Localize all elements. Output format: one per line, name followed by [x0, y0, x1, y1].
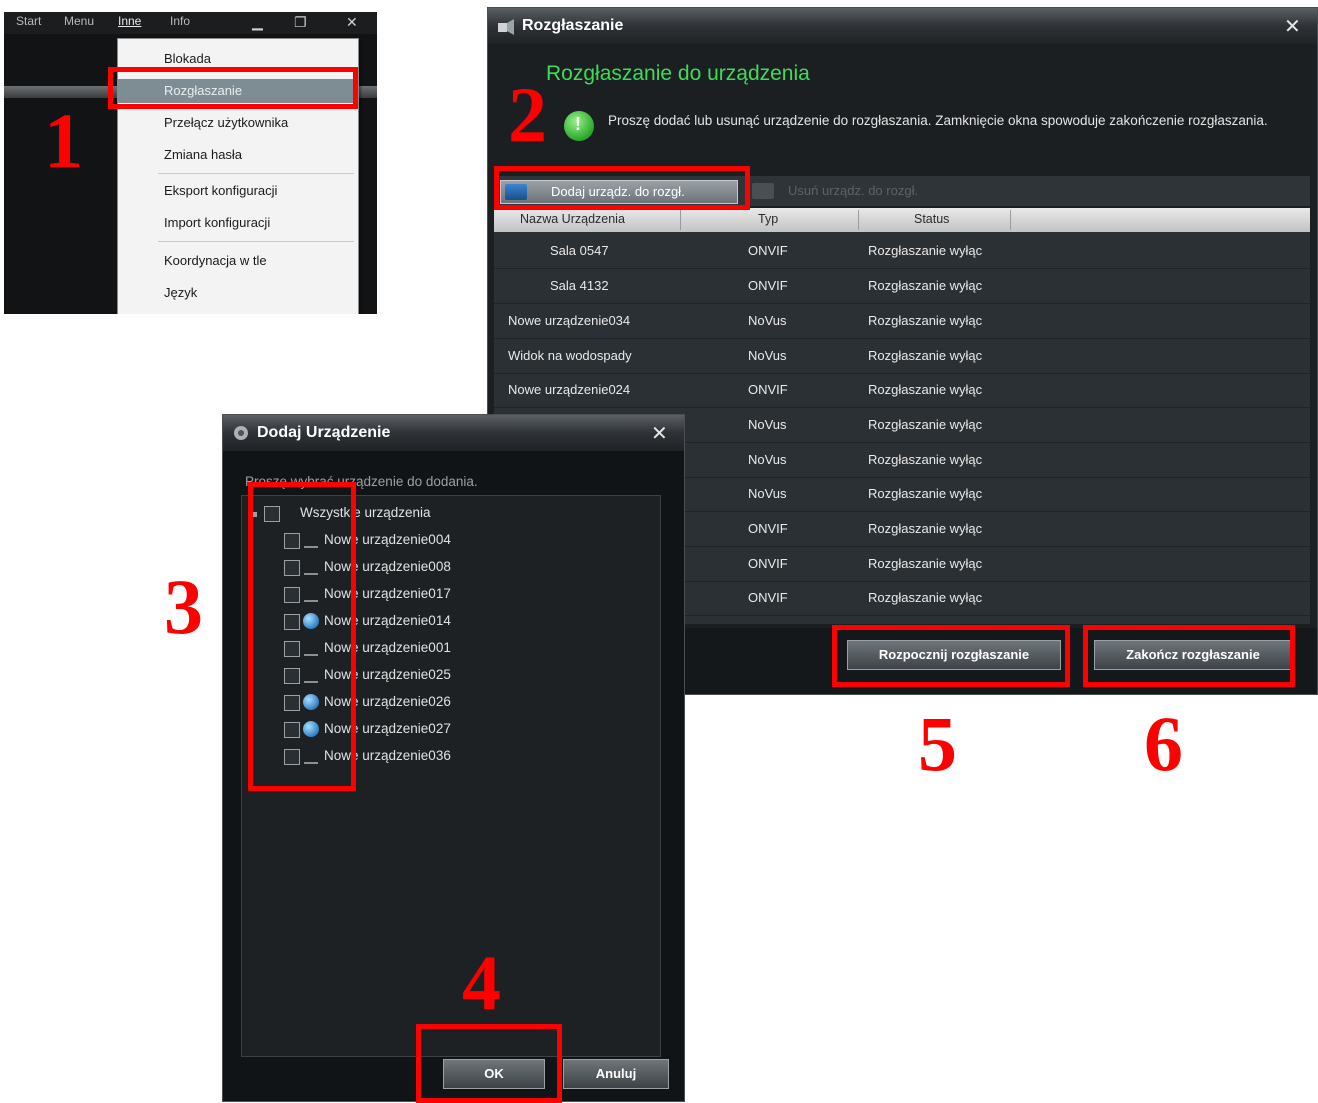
highlight-box-step-5 — [832, 625, 1070, 687]
menu-item-label: Eksport konfiguracji — [164, 183, 278, 198]
cell-type: NoVus — [748, 452, 787, 467]
highlight-box-step-3 — [248, 482, 356, 791]
column-divider — [680, 210, 681, 230]
cell-status: Rozgłaszanie wyłąc — [868, 590, 983, 605]
table-row[interactable]: Nowe urządzenie024 ONVIF Rozgłaszanie wy… — [494, 373, 1310, 408]
table-row[interactable]: Sala 0547 ONVIF Rozgłaszanie wyłąc — [494, 234, 1310, 269]
section-heading: Rozgłaszanie do urządzenia — [546, 62, 810, 85]
cell-status: Rozgłaszanie wyłąc — [868, 486, 983, 501]
menu-item-background-coordination[interactable]: Koordynacja w tle — [118, 249, 358, 273]
table-row[interactable]: Sala 4132 ONVIF Rozgłaszanie wyłąc — [494, 269, 1310, 304]
cell-status: Rozgłaszanie wyłąc — [868, 417, 983, 432]
step-number-3: 3 — [164, 563, 203, 650]
menu-item-language[interactable]: Język — [118, 281, 358, 305]
table-row[interactable]: Widok na wodospady NoVus Rozgłaszanie wy… — [494, 339, 1310, 374]
table-header: Nazwa Urządzenia Typ Status — [494, 208, 1310, 232]
cell-status: Rozgłaszanie wyłąc — [868, 348, 983, 363]
cell-name: Nowe urządzenie024 — [508, 382, 631, 397]
cell-status: Rozgłaszanie wyłąc — [868, 521, 983, 536]
cell-type: ONVIF — [748, 556, 788, 571]
cell-type: NoVus — [748, 313, 787, 328]
restore-icon[interactable]: ❐ — [294, 14, 307, 31]
cell-status: Rozgłaszanie wyłąc — [868, 243, 983, 258]
cell-type: NoVus — [748, 417, 787, 432]
info-icon: ! — [564, 111, 594, 141]
menu-start[interactable]: Start — [16, 14, 41, 28]
window-title: Dodaj Urządzenie — [257, 424, 391, 441]
cell-type: ONVIF — [748, 521, 788, 536]
highlight-box-step-6 — [1083, 625, 1295, 687]
menu-inne[interactable]: Inne — [118, 14, 141, 28]
window-title: Rozgłaszanie — [522, 17, 624, 34]
column-header-type[interactable]: Typ — [758, 212, 778, 226]
cell-type: ONVIF — [748, 590, 788, 605]
title-bar: Dodaj Urządzenie ✕ — [223, 415, 684, 451]
cell-type: ONVIF — [748, 278, 788, 293]
close-icon[interactable]: ✕ — [651, 421, 668, 446]
step-number-4: 4 — [462, 939, 501, 1026]
menu-item-import-config[interactable]: Import konfiguracji — [118, 211, 358, 235]
menu-menu[interactable]: Menu — [64, 14, 94, 28]
step-number-1: 1 — [44, 97, 83, 184]
cell-status: Rozgłaszanie wyłąc — [868, 278, 983, 293]
cell-status: Rozgłaszanie wyłąc — [868, 382, 983, 397]
column-divider — [1010, 210, 1011, 230]
menu-item-label: Import konfiguracji — [164, 215, 271, 230]
cell-status: Rozgłaszanie wyłąc — [868, 556, 983, 571]
cancel-button[interactable]: Anuluj — [563, 1059, 669, 1089]
table-row[interactable]: Nowe urządzenie034 NoVus Rozgłaszanie wy… — [494, 304, 1310, 339]
minimize-icon[interactable]: ▁ — [252, 14, 263, 31]
column-divider — [858, 210, 859, 230]
step-number-6: 6 — [1144, 700, 1183, 787]
menu-item-export-config[interactable]: Eksport konfiguracji — [118, 179, 358, 203]
cell-status: Rozgłaszanie wyłąc — [868, 313, 983, 328]
column-header-status[interactable]: Status — [914, 212, 949, 226]
button-label: Usuń urządz. do rozgł. — [788, 183, 919, 198]
broadcast-icon — [498, 19, 514, 35]
info-text: Proszę dodać lub usunąć urządzenie do ro… — [608, 113, 1268, 128]
column-header-name[interactable]: Nazwa Urządzenia — [520, 212, 625, 226]
cell-type: NoVus — [748, 348, 787, 363]
close-icon[interactable]: ✕ — [346, 14, 358, 31]
menu-item-label: Blokada — [164, 51, 211, 66]
cell-name: Widok na wodospady — [508, 348, 632, 363]
cell-name: Sala 4132 — [550, 278, 609, 293]
menu-item-label: Przełącz użytkownika — [164, 115, 289, 130]
cell-name: Nowe urządzenie034 — [508, 313, 631, 328]
highlight-box-step-2 — [494, 166, 750, 210]
menu-item-change-password[interactable]: Zmiana hasła — [118, 143, 358, 167]
highlight-box-step-1 — [108, 67, 358, 109]
highlight-box-step-4 — [416, 1024, 562, 1103]
menu-separator — [158, 241, 354, 242]
remove-device-button[interactable]: Usuń urządz. do rozgł. — [748, 180, 968, 202]
cell-type: NoVus — [748, 486, 787, 501]
menu-item-label: Koordynacja w tle — [164, 253, 267, 268]
menu-separator — [158, 173, 354, 174]
menu-info[interactable]: Info — [170, 14, 190, 28]
menu-item-label: Zmiana hasła — [164, 147, 243, 162]
cell-type: ONVIF — [748, 382, 788, 397]
menu-item-label: Język — [164, 285, 198, 300]
device-icon — [234, 426, 248, 440]
close-icon[interactable]: ✕ — [1284, 14, 1301, 39]
menu-item-switch-user[interactable]: Przełącz użytkownika — [118, 111, 358, 135]
step-number-5: 5 — [918, 700, 957, 787]
step-number-2: 2 — [508, 71, 547, 158]
cell-name: Sala 0547 — [550, 243, 609, 258]
cell-status: Rozgłaszanie wyłąc — [868, 452, 983, 467]
title-bar: Rozgłaszanie ✕ — [488, 8, 1317, 44]
remove-device-icon — [752, 183, 774, 199]
menubar: Start Menu Inne Info ▁ ❐ ✕ — [4, 12, 377, 34]
cell-type: ONVIF — [748, 243, 788, 258]
